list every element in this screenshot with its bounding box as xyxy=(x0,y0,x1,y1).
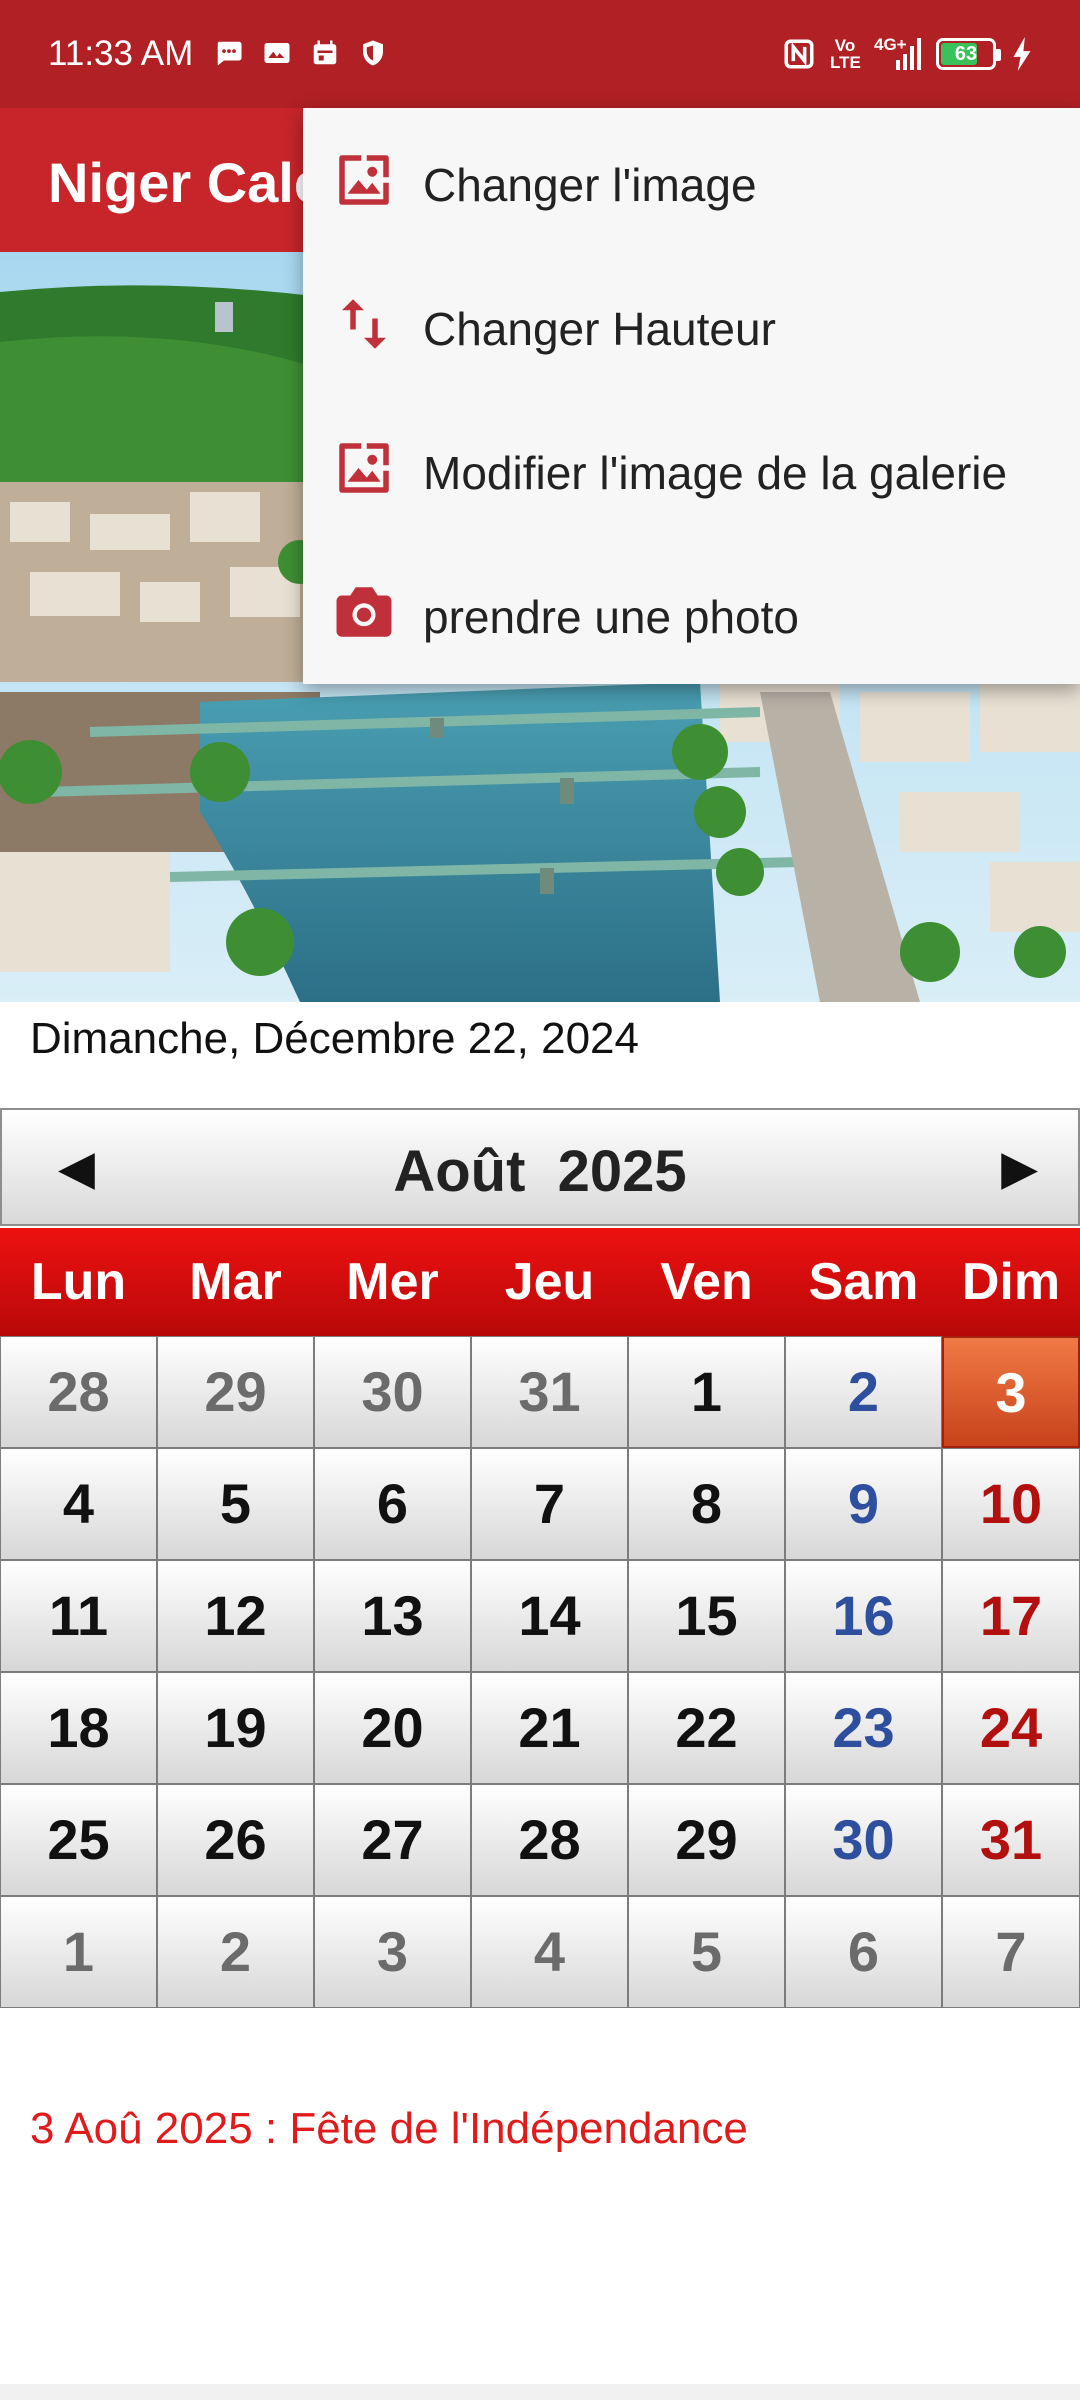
menu-item-change-height[interactable]: Changer Hauteur xyxy=(303,252,1080,396)
charging-icon xyxy=(1013,37,1031,71)
calendar-day[interactable]: 27 xyxy=(314,1784,471,1896)
image-icon xyxy=(339,155,389,205)
calendar-day[interactable]: 11 xyxy=(0,1560,157,1672)
battery-level: 63 xyxy=(954,43,978,65)
calendar-day[interactable]: 21 xyxy=(471,1672,628,1784)
calendar-day[interactable]: 1 xyxy=(0,1896,157,2008)
weekday-label: Lun xyxy=(30,1253,127,1311)
calendar-day[interactable]: 2 xyxy=(157,1896,314,2008)
calendar-day[interactable]: 30 xyxy=(314,1336,471,1448)
status-bar: 11:33 AM Vo LTE 4G+ 63 xyxy=(0,0,1080,108)
bottom-strip xyxy=(0,2384,1080,2400)
calendar-day[interactable]: 10 xyxy=(942,1448,1080,1560)
signal-icon: 4G+ xyxy=(874,36,922,72)
menu-item-label: prendre une photo xyxy=(423,591,799,643)
system-icons: Vo LTE 4G+ 63 xyxy=(782,36,1034,72)
swap-vertical-icon xyxy=(342,299,386,349)
calendar-day-today[interactable]: 3 xyxy=(942,1336,1080,1448)
calendar-day[interactable]: 18 xyxy=(0,1672,157,1784)
calendar-day[interactable]: 25 xyxy=(0,1784,157,1896)
menu-item-label: Changer l'image xyxy=(423,159,757,211)
calendar-day[interactable]: 3 xyxy=(314,1896,471,2008)
weekday-label: Sam xyxy=(808,1253,919,1311)
calendar-day[interactable]: 2 xyxy=(785,1336,942,1448)
calendar-day[interactable]: 7 xyxy=(471,1448,628,1560)
holiday-text: 3 Aoû 2025 : Fête de l'Indépendance xyxy=(30,2104,748,2153)
calendar-day[interactable]: 30 xyxy=(785,1784,942,1896)
calendar-day[interactable]: 29 xyxy=(628,1784,785,1896)
notification-icons xyxy=(214,38,388,68)
month-title: Août 2025 xyxy=(393,1139,687,1204)
calendar-day[interactable]: 23 xyxy=(785,1672,942,1784)
calendar-day[interactable]: 6 xyxy=(314,1448,471,1560)
weekday-label: Jeu xyxy=(504,1253,595,1311)
calendar-day[interactable]: 13 xyxy=(314,1560,471,1672)
calendar-day[interactable]: 17 xyxy=(942,1560,1080,1672)
calendar-day[interactable]: 29 xyxy=(157,1336,314,1448)
calendar-day[interactable]: 24 xyxy=(942,1672,1080,1784)
calendar-day[interactable]: 5 xyxy=(157,1448,314,1560)
nfc-icon xyxy=(784,39,814,69)
weekday-label: Ven xyxy=(660,1253,753,1311)
calendar-days-grid: 28 29 30 31 1 2 3 4 5 6 7 8 9 10 11 12 1… xyxy=(0,1336,1080,2008)
calendar-day[interactable]: 20 xyxy=(314,1672,471,1784)
calendar-day[interactable]: 28 xyxy=(0,1336,157,1448)
message-icon xyxy=(217,41,242,66)
weekday-label: Mer xyxy=(346,1253,439,1311)
overflow-menu: Changer l'image Changer Hauteur Modifier… xyxy=(303,108,1080,684)
calendar-day[interactable]: 31 xyxy=(942,1784,1080,1896)
current-date: Dimanche, Décembre 22, 2024 xyxy=(30,1014,639,1063)
calendar-day[interactable]: 22 xyxy=(628,1672,785,1784)
calendar-header: ◀ Août 2025 ▶ xyxy=(0,1108,1080,1226)
calendar-day[interactable]: 15 xyxy=(628,1560,785,1672)
gallery-image-icon xyxy=(339,443,389,493)
calendar-day[interactable]: 12 xyxy=(157,1560,314,1672)
menu-item-take-photo[interactable]: prendre une photo xyxy=(303,540,1080,684)
calendar-day[interactable]: 6 xyxy=(785,1896,942,2008)
calendar-day[interactable]: 8 xyxy=(628,1448,785,1560)
menu-item-label: Changer Hauteur xyxy=(423,303,776,355)
calendar-day[interactable]: 26 xyxy=(157,1784,314,1896)
calendar-day[interactable]: 7 xyxy=(942,1896,1080,2008)
calendar-day[interactable]: 28 xyxy=(471,1784,628,1896)
month-calendar: ◀ Août 2025 ▶ Lun Mar Mer Jeu Ven Sam Di… xyxy=(0,1108,1080,2008)
menu-item-change-image[interactable]: Changer l'image xyxy=(303,108,1080,252)
calendar-day[interactable]: 9 xyxy=(785,1448,942,1560)
weekday-label: Dim xyxy=(961,1253,1061,1311)
calendar-day[interactable]: 19 xyxy=(157,1672,314,1784)
shield-icon xyxy=(363,40,383,66)
photo-notification-icon xyxy=(264,43,290,63)
calendar-day[interactable]: 5 xyxy=(628,1896,785,2008)
weekday-label: Mar xyxy=(189,1253,282,1311)
calendar-day[interactable]: 4 xyxy=(0,1448,157,1560)
calendar-day[interactable]: 14 xyxy=(471,1560,628,1672)
calendar-notification-icon xyxy=(313,40,337,65)
calendar-day[interactable]: 31 xyxy=(471,1336,628,1448)
volte-icon: Vo LTE xyxy=(830,36,861,72)
menu-item-gallery-image[interactable]: Modifier l'image de la galerie xyxy=(303,396,1080,540)
weekday-header-row: Lun Mar Mer Jeu Ven Sam Dim xyxy=(0,1226,1080,1336)
battery-indicator: 63 xyxy=(936,38,1001,70)
status-time: 11:33 AM xyxy=(48,34,194,73)
calendar-day[interactable]: 1 xyxy=(628,1336,785,1448)
camera-icon xyxy=(336,587,392,637)
calendar-day[interactable]: 4 xyxy=(471,1896,628,2008)
next-month-button[interactable]: ▶ xyxy=(1001,1140,1038,1196)
menu-item-label: Modifier l'image de la galerie xyxy=(423,447,1008,499)
calendar-day[interactable]: 16 xyxy=(785,1560,942,1672)
